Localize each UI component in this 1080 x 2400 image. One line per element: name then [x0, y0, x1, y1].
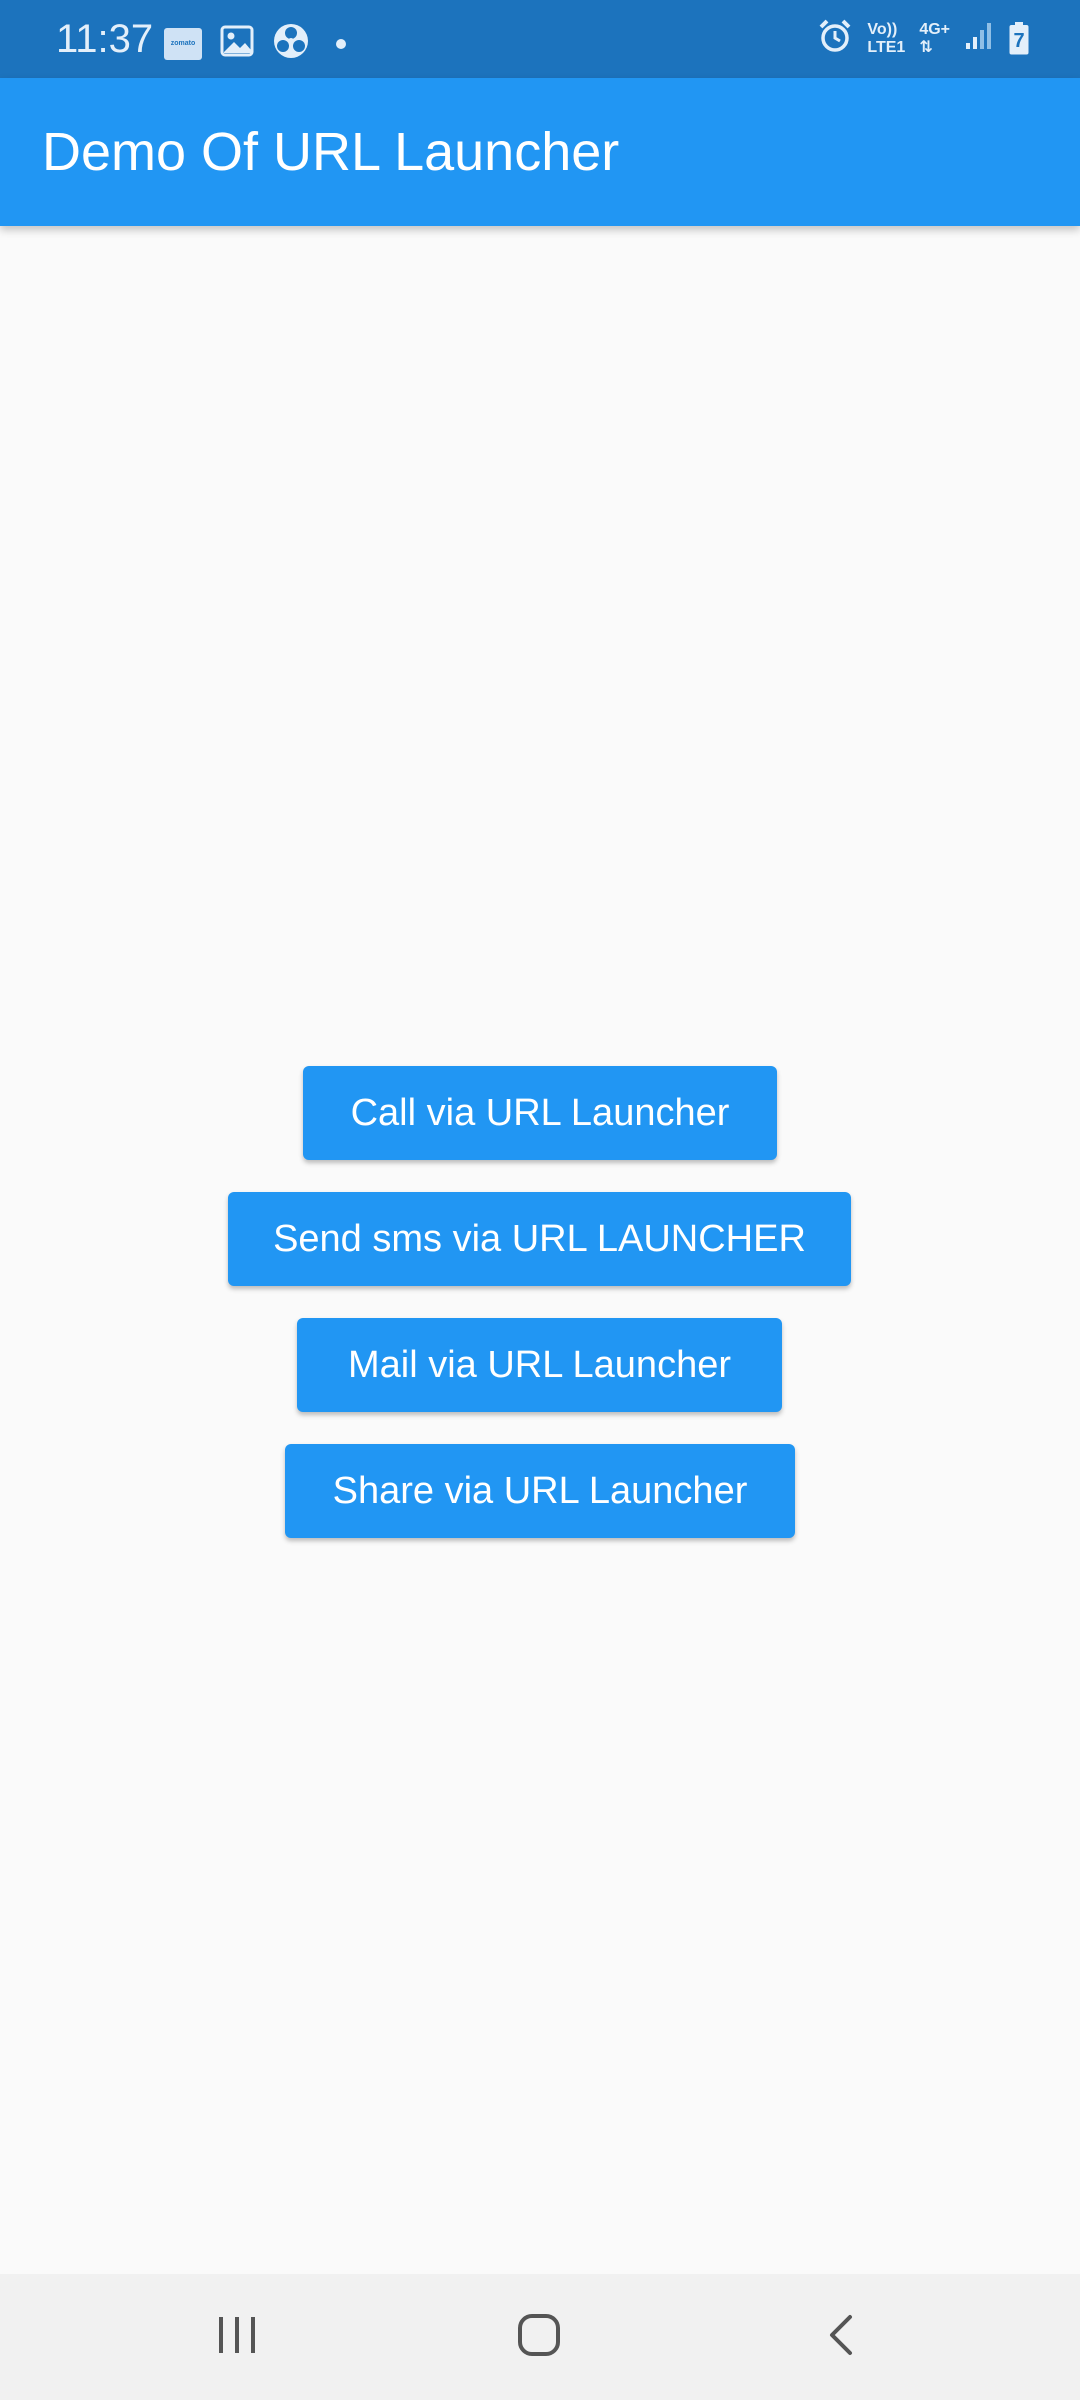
back-button[interactable] — [781, 2274, 901, 2400]
gallery-icon — [220, 25, 254, 62]
recents-icon — [215, 2315, 259, 2360]
zomato-app-icon: zomato — [164, 27, 202, 60]
back-icon — [826, 2313, 856, 2362]
data-arrows-icon: ⇅ — [919, 38, 933, 56]
alarm-icon — [817, 18, 853, 59]
home-icon — [516, 2312, 562, 2363]
battery-level: 7 — [1013, 29, 1025, 52]
recents-button[interactable] — [177, 2274, 297, 2400]
share-button[interactable]: Share via URL Launcher — [285, 1444, 795, 1538]
network-type-label: 4G+ — [919, 20, 950, 38]
status-bar: 11:37 zomato Vo)) LTE1 4G+ ⇅ 7 — [0, 0, 1080, 78]
notification-icons: zomato — [164, 22, 346, 65]
home-button[interactable] — [479, 2274, 599, 2400]
lte-label: LTE1 — [867, 38, 906, 56]
navigation-bar — [0, 2274, 1080, 2400]
network-type-indicator: 4G+ ⇅ — [919, 21, 950, 57]
app-bar: Demo Of URL Launcher — [0, 78, 1080, 226]
page-title: Demo Of URL Launcher — [42, 122, 620, 182]
call-button[interactable]: Call via URL Launcher — [303, 1066, 777, 1160]
volte-label: Vo)) — [867, 20, 898, 38]
battery-icon: 7 — [1008, 21, 1030, 56]
fan-icon — [272, 22, 310, 65]
mail-button[interactable]: Mail via URL Launcher — [297, 1318, 782, 1412]
send-sms-button[interactable]: Send sms via URL LAUNCHER — [228, 1192, 851, 1286]
signal-icon — [964, 21, 994, 56]
dot-icon — [336, 38, 346, 49]
volte-indicator: Vo)) LTE1 — [867, 21, 905, 57]
status-time: 11:37 — [56, 17, 154, 61]
screen: 11:37 zomato Vo)) LTE1 4G+ ⇅ 7 Demo Of U… — [0, 0, 1080, 2400]
system-icons: Vo)) LTE1 4G+ ⇅ 7 — [817, 18, 1030, 59]
